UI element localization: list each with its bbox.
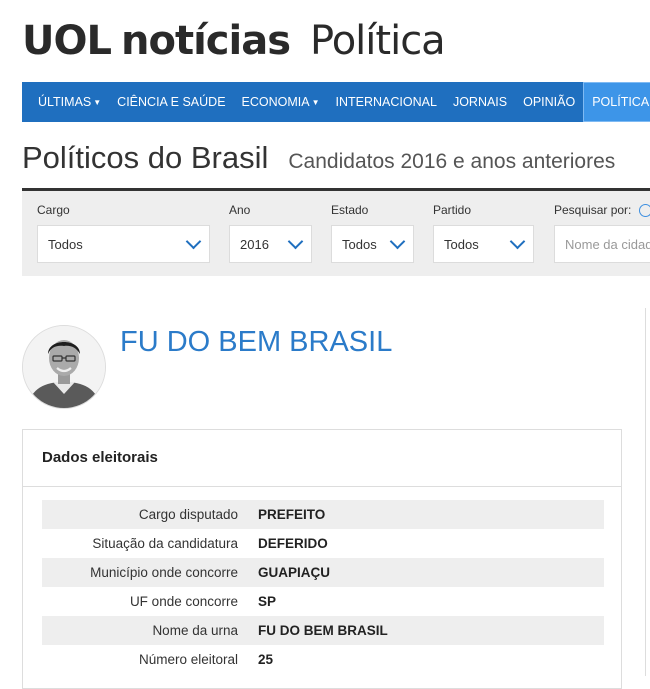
uol-logo: UOL: [22, 18, 112, 64]
row-key: Cargo disputado: [138, 507, 238, 522]
nav-item-label: JORNAIS: [452, 95, 508, 109]
filter-label: Cargo: [37, 203, 70, 217]
row-key: Nome da urna: [152, 623, 238, 638]
nav-item-label: INTERNACIONAL: [335, 95, 437, 109]
chevron-down-icon: [509, 233, 526, 250]
estado-select[interactable]: Todos: [331, 225, 414, 263]
nav-item-politica[interactable]: POLÍTICA▼: [583, 82, 650, 122]
row-value: SP: [258, 594, 277, 609]
nav-item-label: OPINIÃO: [523, 95, 576, 109]
filter-partido: Partido Todos: [433, 203, 534, 263]
radio-button[interactable]: [639, 204, 650, 218]
page-subtitle: Candidatos 2016 e anos anteriores: [288, 150, 616, 173]
data-row: Município onde concorre GUAPIAÇU: [42, 558, 604, 587]
select-value: Todos: [444, 236, 479, 252]
data-row: UF onde concorre SP: [42, 587, 604, 616]
data-row: Nome da urna FU DO BEM BRASIL: [42, 616, 604, 645]
row-key: Situação da candidatura: [92, 536, 238, 551]
row-value: PREFEITO: [258, 507, 326, 522]
nav-item-label: ECONOMIA: [241, 95, 310, 109]
row-value: 25: [258, 652, 274, 667]
page-title: Políticos do Brasil: [22, 140, 269, 175]
nav-item-jornais[interactable]: JORNAIS: [445, 82, 515, 122]
chevron-down-icon: [389, 233, 406, 250]
card-divider: [23, 486, 621, 487]
row-key: Município onde concorre: [90, 565, 238, 580]
sidebar-divider: [645, 308, 646, 676]
data-row: Situação da candidatura DEFERIDO: [42, 529, 604, 558]
nav-item-opiniao[interactable]: OPINIÃO: [515, 82, 583, 122]
ano-select[interactable]: 2016: [229, 225, 312, 263]
site-logo[interactable]: UOL notícias Política: [22, 18, 446, 66]
filter-search: Pesquisar por: Nome da cidade: [554, 203, 650, 264]
data-row: Número eleitoral 25: [42, 645, 604, 674]
filter-bar: Cargo Todos Ano 2016 Estado Todos Partid…: [22, 191, 650, 276]
site-name: notícias: [120, 18, 291, 64]
search-by-label: Pesquisar por:: [554, 203, 650, 218]
chevron-down-icon: [287, 233, 304, 250]
page-header: Políticos do Brasil Candidatos 2016 e an…: [22, 140, 650, 176]
row-value: GUAPIAÇU: [258, 565, 331, 580]
candidate-name: FU DO BEM BRASIL: [120, 326, 393, 358]
electoral-data-list: Cargo disputado PREFEITO Situação da cand…: [42, 500, 604, 674]
nav-item-label: CIÊNCIA E SAÚDE: [117, 95, 226, 109]
card-heading: Dados eleitorais: [42, 449, 158, 466]
nav-item-internacional[interactable]: INTERNACIONAL: [328, 82, 445, 122]
cargo-select[interactable]: Todos: [37, 225, 210, 263]
row-value: DEFERIDO: [258, 536, 328, 551]
row-value: FU DO BEM BRASIL: [258, 623, 388, 638]
partido-select[interactable]: Todos: [433, 225, 534, 263]
filter-estado: Estado Todos: [331, 203, 414, 263]
data-row: Cargo disputado PREFEITO: [42, 500, 604, 529]
select-value: Todos: [48, 236, 83, 252]
nav-item-ultimas[interactable]: ÚLTIMAS ▼: [22, 82, 109, 122]
filter-ano: Ano 2016: [229, 203, 312, 263]
section-title: Política: [310, 18, 446, 64]
row-key: Número eleitoral: [138, 652, 238, 667]
search-placeholder: Nome da cidade: [565, 236, 650, 252]
electoral-data-card: Dados eleitorais Cargo disputado PREFEITO…: [22, 429, 622, 689]
person-photo-icon: [23, 326, 105, 408]
filter-label: Partido: [433, 203, 472, 217]
select-value: 2016: [240, 236, 269, 252]
main-nav: ÚLTIMAS ▼ CIÊNCIA E SAÚDE ECONOMIA ▼ INTER…: [22, 82, 650, 122]
candidate-avatar: [22, 325, 106, 409]
filter-label: Estado: [331, 203, 369, 217]
caret-down-icon: ▼: [311, 97, 320, 107]
filter-label: Ano: [229, 203, 251, 217]
nav-item-label: ÚLTIMAS: [38, 95, 92, 109]
filter-label: Pesquisar por:: [554, 203, 632, 217]
chevron-down-icon: [185, 233, 202, 250]
nav-item-label: POLÍTICA: [592, 95, 650, 109]
row-key: UF onde concorre: [129, 594, 238, 609]
nav-item-ciencia-e-saude[interactable]: CIÊNCIA E SAÚDE: [109, 82, 233, 122]
caret-down-icon: ▼: [93, 97, 102, 107]
select-value: Todos: [342, 236, 377, 252]
search-input[interactable]: Nome da cidade: [554, 225, 650, 264]
filter-cargo: Cargo Todos: [37, 203, 210, 263]
nav-item-economia[interactable]: ECONOMIA ▼: [234, 82, 328, 122]
